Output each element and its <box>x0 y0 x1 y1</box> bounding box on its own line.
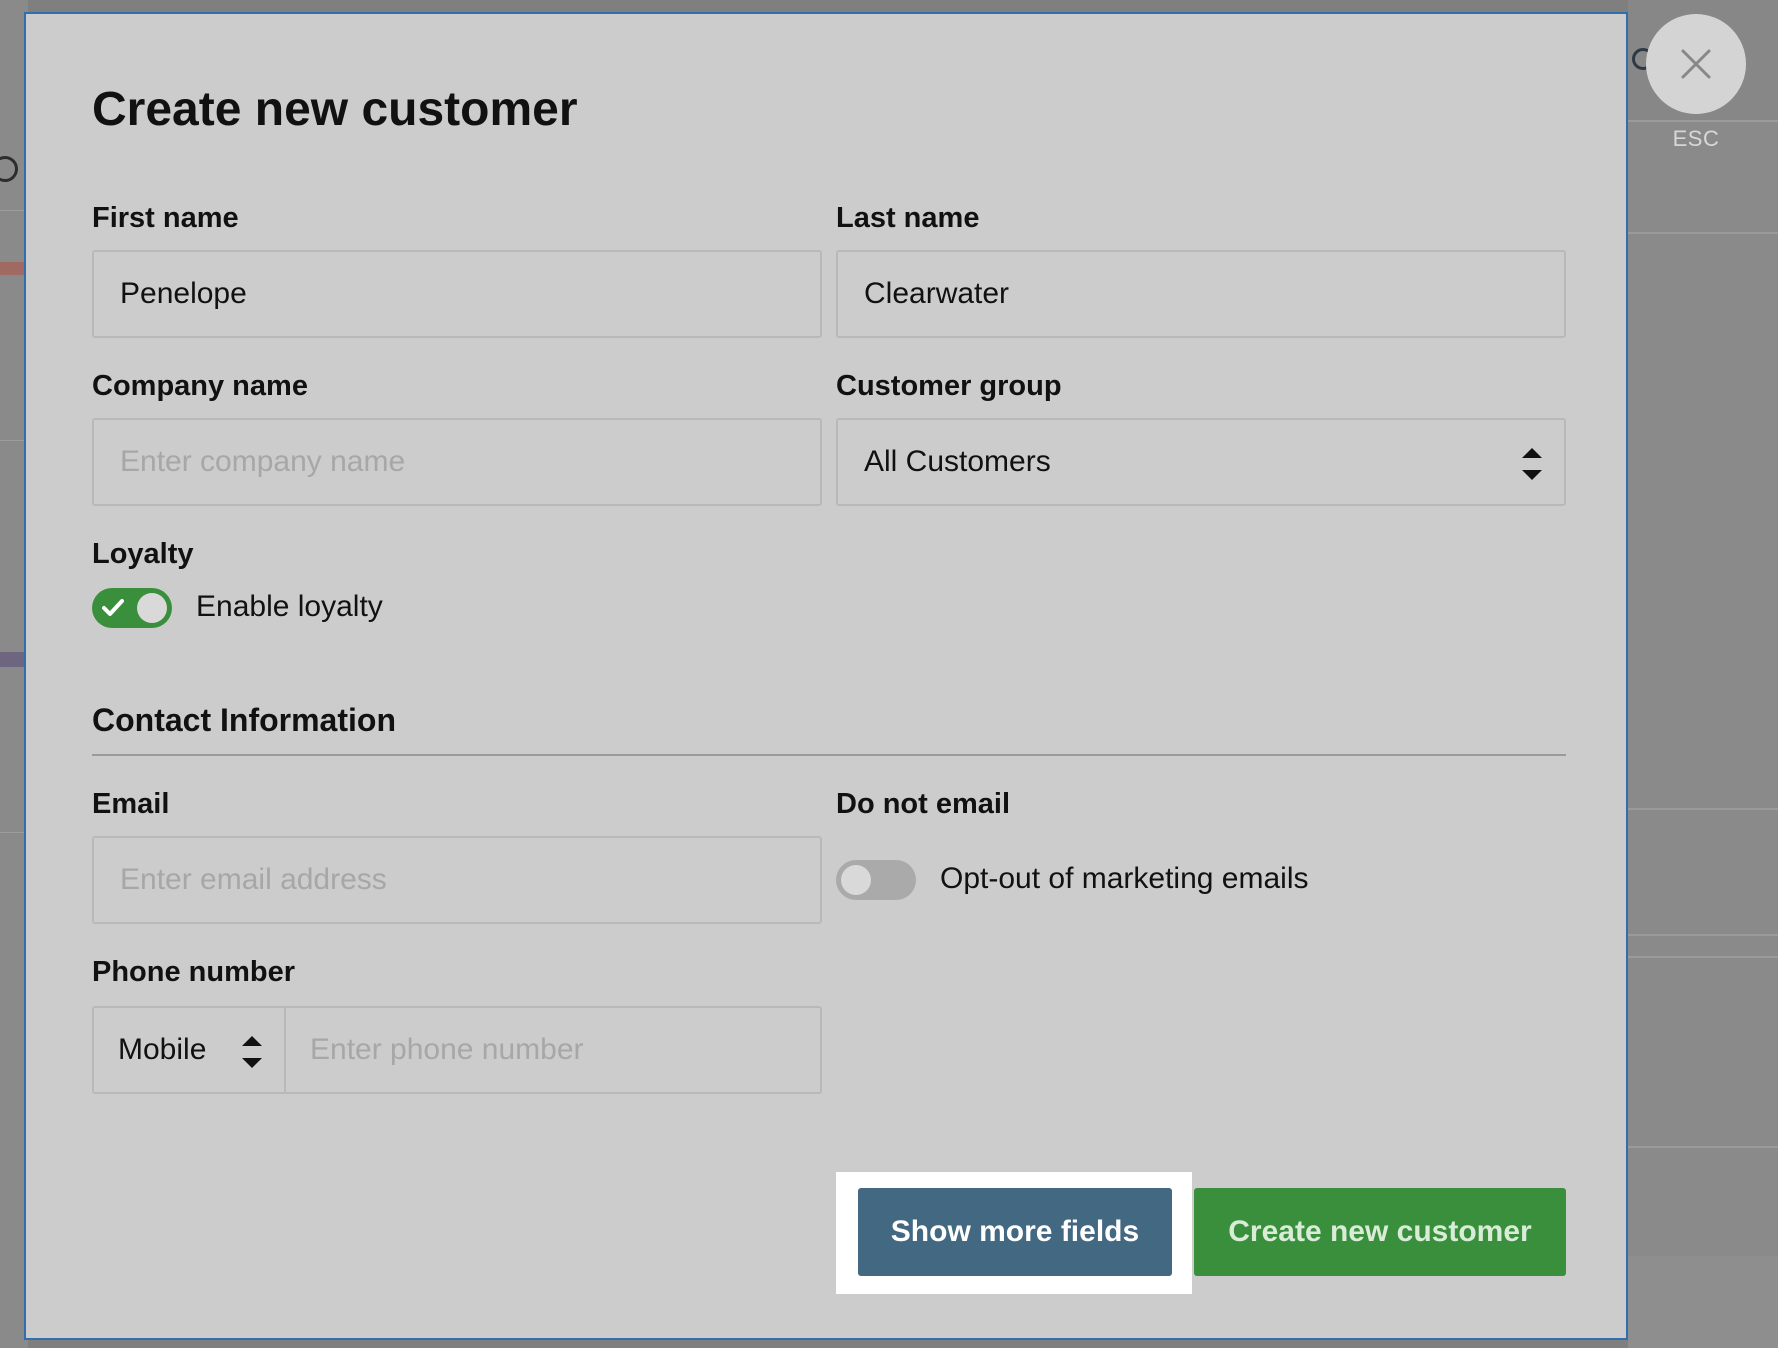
select-arrows-icon <box>1522 448 1542 480</box>
close-button[interactable] <box>1646 14 1746 114</box>
create-customer-button[interactable]: Create new customer <box>1194 1188 1566 1276</box>
background-divider <box>1628 1146 1778 1148</box>
email-input[interactable] <box>92 836 822 924</box>
loyalty-label: Loyalty <box>92 538 194 570</box>
esc-hint: ESC <box>1672 126 1720 151</box>
background-divider <box>1628 808 1778 810</box>
check-icon <box>102 599 124 616</box>
toggle-knob <box>137 593 167 623</box>
do-not-email-label: Do not email <box>836 788 1011 820</box>
background-app-right <box>1628 0 1778 1348</box>
background-divider <box>1628 956 1778 958</box>
phone-type-value: Mobile <box>118 1033 207 1066</box>
toggle-knob <box>841 865 871 895</box>
phone-number-group: Mobile <box>92 1006 822 1094</box>
customer-group-label: Customer group <box>836 370 1062 402</box>
loyalty-toggle-text: Enable loyalty <box>196 590 383 623</box>
email-label: Email <box>92 788 170 820</box>
background-divider <box>1628 232 1778 234</box>
customer-group-select[interactable]: All Customers <box>836 418 1566 506</box>
background-divider <box>1628 934 1778 936</box>
phone-number-input[interactable] <box>286 1008 820 1092</box>
background-footer <box>1628 1256 1778 1348</box>
select-arrows-icon <box>242 1036 262 1068</box>
last-name-input[interactable] <box>836 250 1566 338</box>
background-search-icon <box>0 156 18 182</box>
show-more-fields-button[interactable]: Show more fields <box>858 1188 1172 1276</box>
create-customer-modal: Create new customer First name Last name… <box>24 12 1628 1340</box>
first-name-input[interactable] <box>92 250 822 338</box>
section-divider <box>92 754 1566 756</box>
company-name-label: Company name <box>92 370 308 402</box>
do-not-email-toggle[interactable] <box>836 860 916 900</box>
loyalty-toggle[interactable] <box>92 588 172 628</box>
do-not-email-toggle-text: Opt-out of marketing emails <box>940 862 1309 895</box>
last-name-label: Last name <box>836 202 980 234</box>
phone-type-select[interactable]: Mobile <box>94 1008 286 1092</box>
company-name-input[interactable] <box>92 418 822 506</box>
customer-group-value: All Customers <box>864 445 1051 478</box>
close-icon <box>1681 49 1711 79</box>
first-name-label: First name <box>92 202 239 234</box>
modal-title: Create new customer <box>92 83 578 136</box>
phone-number-label: Phone number <box>92 956 296 988</box>
contact-section-title: Contact Information <box>92 702 396 738</box>
